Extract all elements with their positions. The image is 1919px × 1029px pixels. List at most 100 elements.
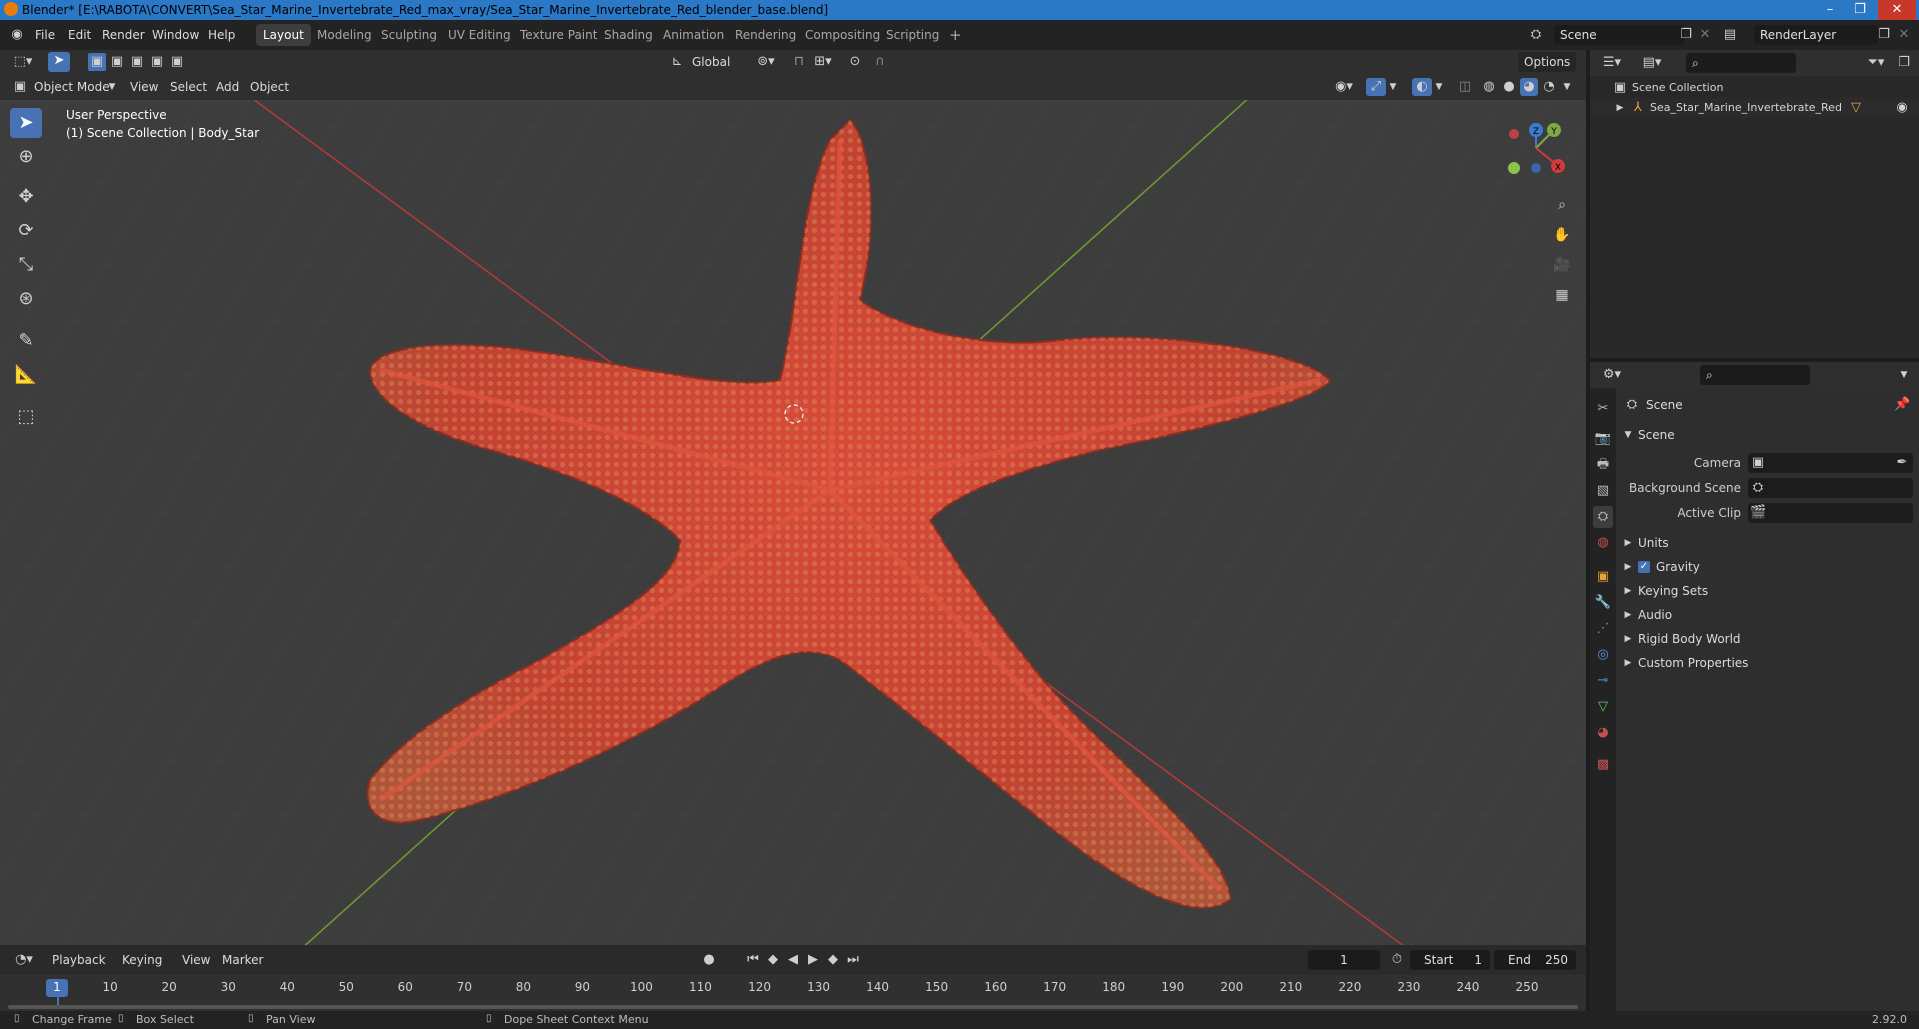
tab-layout[interactable]: Layout — [256, 24, 311, 46]
new-collection-icon[interactable]: ❐ — [1894, 54, 1914, 72]
pin-icon[interactable]: 📌 — [1894, 396, 1910, 414]
eyedropper-icon[interactable]: ✒ — [1894, 454, 1910, 472]
jump-end-icon[interactable]: ⏭ — [844, 951, 862, 969]
measure-tool-icon[interactable]: 📐 — [10, 360, 42, 390]
wireframe-shading-icon[interactable]: ◍ — [1480, 78, 1498, 96]
menu-marker[interactable]: Marker — [216, 950, 269, 970]
select-tool-icon[interactable]: ➤ — [48, 52, 70, 72]
tab-animation[interactable]: Animation — [656, 24, 731, 46]
navigation-gizmo[interactable]: Z Y X — [1496, 118, 1576, 188]
filter-icon[interactable]: ⏷▾ — [1862, 54, 1890, 72]
menu-add[interactable]: Add — [210, 77, 245, 97]
scene-tab-icon[interactable]: ⛭ — [1593, 506, 1613, 528]
menu-view[interactable]: View — [124, 77, 164, 97]
menu-playback[interactable]: Playback — [46, 950, 112, 970]
rendered-shading-icon[interactable]: ◔ — [1540, 78, 1558, 96]
gravity-checkbox[interactable]: ✓ — [1638, 561, 1650, 573]
visibility-icon[interactable]: ◉▾ — [1330, 78, 1358, 96]
tab-texture-paint[interactable]: Texture Paint — [513, 24, 604, 46]
editor-type-icon[interactable]: ⬚▾ — [10, 53, 36, 71]
delete-layer-icon[interactable]: ✕ — [1896, 26, 1912, 44]
close-button[interactable]: ✕ — [1878, 0, 1916, 20]
cursor-tool-icon[interactable]: ⊕ — [10, 142, 42, 172]
display-mode-icon[interactable]: ▤▾ — [1638, 54, 1666, 72]
ortho-toggle-icon[interactable]: ▦ — [1552, 286, 1572, 304]
overlays-dropdown-icon[interactable]: ▼ — [1432, 78, 1446, 96]
snap-target-icon[interactable]: ⊞▾ — [808, 53, 838, 71]
3d-viewport[interactable] — [0, 100, 1586, 945]
gizmo-toggle-icon[interactable]: ⤢ — [1366, 78, 1386, 96]
tab-compositing[interactable]: Compositing — [798, 24, 887, 46]
gizmo-dropdown-icon[interactable]: ▼ — [1386, 78, 1400, 96]
play-icon[interactable]: ▶ — [804, 951, 822, 969]
timeline-area[interactable]: 1 10 20 30 40 50 60 70 80 90 100 110 120 130 140 150 160… — [0, 975, 1586, 1011]
chevron-down-icon[interactable]: ▼ — [1896, 366, 1912, 384]
menu-window[interactable]: Window — [152, 20, 199, 50]
options-dropdown[interactable]: Options — [1518, 52, 1577, 72]
prev-keyframe-icon[interactable]: ◆ — [764, 951, 782, 969]
timeline-scrollbar[interactable] — [8, 1005, 1578, 1009]
shading-dropdown-icon[interactable]: ▼ — [1560, 78, 1574, 96]
material-shading-icon[interactable]: ◕ — [1520, 78, 1538, 96]
panel-rigid-body-world[interactable]: ▶ Rigid Body World — [1616, 628, 1919, 650]
blender-menu-icon[interactable]: ◉ — [8, 26, 26, 44]
output-tab-icon[interactable]: 🖶 — [1593, 454, 1613, 476]
select-box-tool-icon[interactable]: ➤ — [10, 108, 42, 138]
select-mode-new-icon[interactable]: ▣ — [88, 53, 106, 71]
collapse-arrow-icon[interactable]: ▼ — [1622, 426, 1634, 444]
properties-search-input[interactable]: ⌕ — [1700, 365, 1810, 385]
play-reverse-icon[interactable]: ◀ — [784, 951, 802, 969]
camera-field[interactable]: ▣ ✒ — [1748, 453, 1913, 473]
menu-keying[interactable]: Keying — [116, 950, 168, 970]
camera-view-icon[interactable]: 🎥 — [1552, 256, 1572, 274]
menu-file[interactable]: File — [35, 20, 55, 50]
select-mode-extend-icon[interactable]: ▣ — [108, 53, 126, 71]
properties-editor-icon[interactable]: ⚙▾ — [1598, 366, 1626, 384]
start-frame-field[interactable]: Start 1 — [1410, 950, 1490, 970]
orientation-dropdown[interactable]: Global — [686, 52, 736, 72]
solid-shading-icon[interactable]: ● — [1500, 78, 1518, 96]
world-tab-icon[interactable]: ◍ — [1593, 532, 1613, 554]
menu-edit[interactable]: Edit — [68, 20, 91, 50]
tab-scripting[interactable]: Scripting — [879, 24, 946, 46]
constraints-tab-icon[interactable]: ⊸ — [1593, 670, 1613, 692]
physics-tab-icon[interactable]: ◎ — [1593, 644, 1613, 666]
add-workspace-button[interactable]: + — [942, 24, 969, 46]
tab-rendering[interactable]: Rendering — [728, 24, 803, 46]
timeline-editor-icon[interactable]: ◔▾ — [10, 951, 38, 969]
panel-units[interactable]: ▶ Units — [1616, 532, 1919, 554]
minimize-button[interactable]: – — [1816, 0, 1844, 20]
xray-toggle-icon[interactable]: ◫ — [1456, 78, 1474, 96]
record-icon[interactable]: ● — [700, 951, 718, 969]
render-layer-selector[interactable]: RenderLayer — [1754, 25, 1878, 45]
falloff-icon[interactable]: ∩ — [868, 53, 892, 71]
outliner-search-input[interactable]: ⌕ — [1686, 53, 1796, 73]
data-tab-icon[interactable]: ▽ — [1593, 696, 1613, 718]
current-frame-field[interactable]: 1 — [1308, 950, 1380, 970]
pan-hand-icon[interactable]: ✋ — [1552, 226, 1572, 244]
outliner-editor-icon[interactable]: ☰▾ — [1598, 54, 1626, 72]
select-mode-invert-icon[interactable]: ▣ — [148, 53, 166, 71]
menu-timeline-view[interactable]: View — [176, 950, 216, 970]
end-frame-field[interactable]: End 250 — [1494, 950, 1576, 970]
background-scene-field[interactable]: ⛭ — [1748, 478, 1913, 498]
new-scene-icon[interactable]: ❐ — [1678, 26, 1694, 44]
menu-render[interactable]: Render — [102, 20, 145, 50]
menu-select[interactable]: Select — [164, 77, 213, 97]
panel-audio[interactable]: ▶ Audio — [1616, 604, 1919, 626]
material-tab-icon[interactable]: ◕ — [1593, 722, 1613, 744]
outliner-row-scene-collection[interactable]: ▣ Scene Collection — [1590, 78, 1919, 98]
eye-icon[interactable]: ◉ — [1892, 99, 1912, 117]
scale-tool-icon[interactable]: ⤡ — [10, 250, 42, 280]
delete-scene-icon[interactable]: ✕ — [1697, 26, 1713, 44]
object-tab-icon[interactable]: ▣ — [1593, 566, 1613, 588]
select-mode-intersect-icon[interactable]: ▣ — [168, 53, 186, 71]
scene-section-header[interactable]: Scene — [1638, 424, 1675, 446]
texture-tab-icon[interactable]: ▩ — [1593, 754, 1613, 776]
tool-tab-icon[interactable]: ✂ — [1593, 398, 1613, 420]
stopwatch-icon[interactable]: ⏱ — [1388, 951, 1406, 969]
panel-keying-sets[interactable]: ▶ Keying Sets — [1616, 580, 1919, 602]
transform-tool-icon[interactable]: ⊛ — [10, 284, 42, 314]
tab-sculpting[interactable]: Sculpting — [374, 24, 444, 46]
scene-selector[interactable]: Scene — [1554, 25, 1684, 45]
